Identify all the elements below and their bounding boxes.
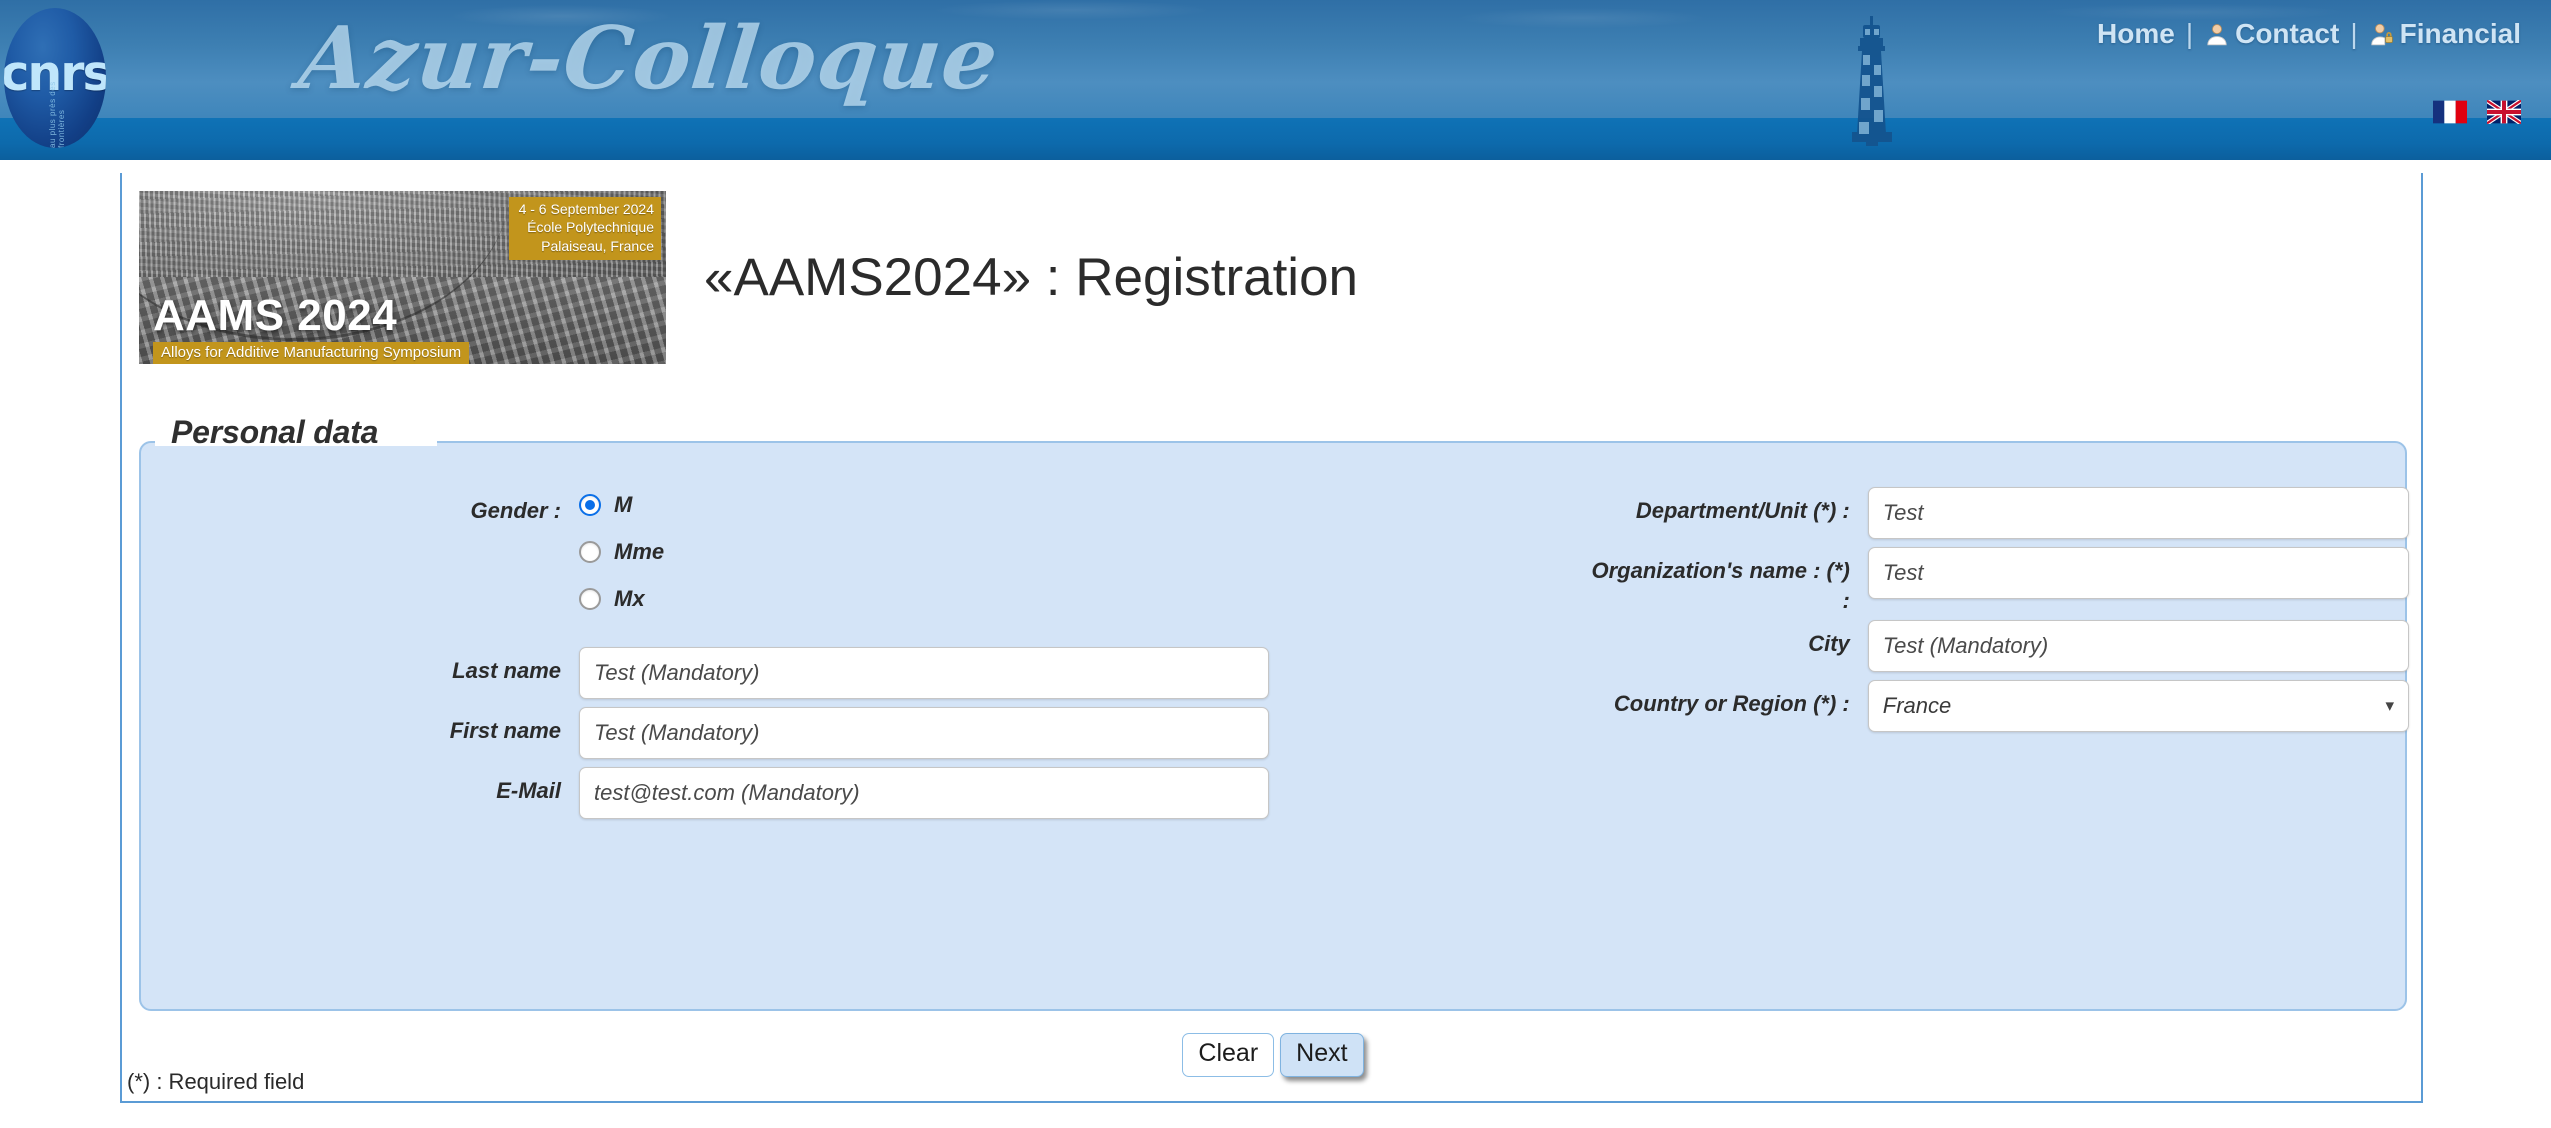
nav-contact-link[interactable]: Contact <box>2204 18 2339 50</box>
radio-m-icon[interactable] <box>579 494 601 516</box>
banner-date-block: 4 - 6 September 2024 École Polytechnique… <box>508 197 661 261</box>
city-input[interactable]: Test (Mandatory) <box>1867 620 2409 672</box>
language-switcher <box>2433 100 2521 124</box>
gender-row: Gender : M Mme Mx <box>141 487 1275 612</box>
french-flag-icon[interactable] <box>2433 100 2467 124</box>
form-left-column: Gender : M Mme Mx Last name Test (Mandat… <box>141 443 1275 1009</box>
gender-label: Gender : <box>470 498 561 523</box>
banner-date-line3: Palaiseau, France <box>541 237 654 254</box>
first-name-row: First name Test (Mandatory) <box>141 707 1275 759</box>
department-unit-row: Department/Unit (*) : Test <box>1275 487 2409 539</box>
required-field-footnote: (*) : Required field <box>127 1069 305 1094</box>
gender-option-mme-label: Mme <box>614 539 665 564</box>
page-container: 4 - 6 September 2024 École Polytechnique… <box>120 173 2423 1103</box>
gender-option-m-label: M <box>614 492 633 517</box>
first-name-input[interactable]: Test (Mandatory) <box>579 707 1269 759</box>
banner-subtitle: Alloys for Additive Manufacturing Sympos… <box>153 342 470 364</box>
city-label: City <box>1808 631 1850 656</box>
department-unit-label: Department/Unit (*) : <box>1635 498 1850 523</box>
email-row: E-Mail test@test.com (Mandatory) <box>141 767 1275 819</box>
gender-option-mx[interactable]: Mx <box>579 586 664 612</box>
next-button[interactable]: Next <box>1280 1033 1364 1077</box>
gender-radio-group: M Mme Mx <box>579 487 664 612</box>
personal-data-fieldset: Personal data Gender : M Mme Mx Last nam… <box>139 414 2409 1011</box>
page-title-row: 4 - 6 September 2024 École Polytechnique… <box>139 191 1358 364</box>
radio-mme-icon[interactable] <box>579 541 601 563</box>
banner-date-line2: École Polytechnique <box>527 219 654 236</box>
english-flag-icon[interactable] <box>2487 100 2521 124</box>
banner-date-line1: 4 - 6 September 2024 <box>518 201 654 217</box>
department-unit-input[interactable]: Test <box>1867 487 2409 539</box>
gender-option-mme[interactable]: Mme <box>579 539 664 565</box>
gender-option-m[interactable]: M <box>579 492 664 518</box>
banner-title: AAMS 2024 <box>153 291 398 340</box>
nav-separator-2: | <box>2350 18 2358 49</box>
nav-financial-label: Financial <box>2399 18 2521 49</box>
email-label: E-Mail <box>496 778 561 803</box>
cnrs-logo[interactable]: cnrs au plus près des frontières <box>4 8 106 148</box>
top-navigation: Home | Contact | Financial <box>2097 18 2521 50</box>
form-right-column: Department/Unit (*) : Test Organization'… <box>1275 443 2409 1009</box>
country-label: Country or Region (*) : <box>1613 691 1850 716</box>
city-row: City Test (Mandatory) <box>1275 620 2409 672</box>
last-name-label: Last name <box>452 658 561 683</box>
lighthouse-icon <box>1852 16 1892 146</box>
page-title: «AAMS2024» : Registration <box>704 248 1359 307</box>
country-row: Country or Region (*) : France ▾ <box>1275 680 2409 732</box>
nav-financial-link[interactable]: Financial <box>2369 18 2521 50</box>
organization-name-input[interactable]: Test <box>1867 547 2409 599</box>
last-name-row: Last name Test (Mandatory) <box>141 647 1275 699</box>
cnrs-logo-subtitle: au plus près des frontières <box>48 81 66 148</box>
form-columns: Gender : M Mme Mx Last name Test (Mandat… <box>141 443 2409 1009</box>
nav-contact-label: Contact <box>2235 18 2340 49</box>
azur-colloque-wordmark: Azur-Colloque <box>294 8 1004 109</box>
chevron-down-icon: ▾ <box>2385 696 2394 715</box>
organization-name-row: Organization's name : (*) : Test <box>1275 547 2409 617</box>
header-sea-background <box>0 118 2551 160</box>
conference-banner-image: 4 - 6 September 2024 École Polytechnique… <box>139 191 666 364</box>
first-name-label: First name <box>449 718 561 743</box>
email-input[interactable]: test@test.com (Mandatory) <box>579 767 1269 819</box>
organization-name-label: Organization's name : (*) : <box>1591 558 1850 614</box>
nav-home-label: Home <box>2097 18 2175 49</box>
radio-mx-icon[interactable] <box>579 588 601 610</box>
nav-separator-1: | <box>2185 18 2194 49</box>
form-button-bar: Clear Next <box>139 1033 2407 1077</box>
nav-home-link[interactable]: Home <box>2097 18 2175 50</box>
country-select[interactable]: France ▾ <box>1867 680 2409 732</box>
country-select-value: France <box>1882 693 1952 718</box>
user-lock-icon <box>2370 23 2393 46</box>
site-header: cnrs au plus près des frontières Azur-Co… <box>0 0 2551 160</box>
clear-button[interactable]: Clear <box>1182 1033 1275 1077</box>
gender-option-mx-label: Mx <box>614 586 645 611</box>
user-icon <box>2207 24 2227 46</box>
last-name-input[interactable]: Test (Mandatory) <box>579 647 1269 699</box>
